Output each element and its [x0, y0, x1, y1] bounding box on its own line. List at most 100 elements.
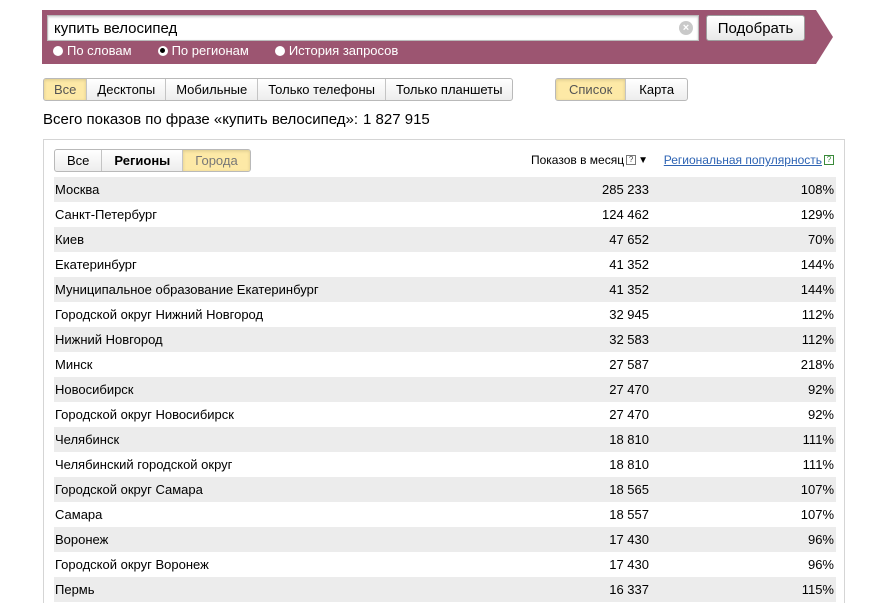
column-popularity-link[interactable]: Региональная популярность [664, 153, 822, 167]
column-header-popularity: Региональная популярность ? [664, 153, 834, 167]
mode-label: По регионам [171, 43, 249, 58]
popularity-cell: 129% [800, 207, 834, 222]
popularity-cell: 107% [800, 507, 834, 522]
table-row: Новосибирск 27 470 92% [54, 377, 836, 402]
region-cell: Екатеринбург [55, 257, 137, 272]
help-icon[interactable]: ? [626, 155, 637, 165]
total-impressions: Всего показов по фразе «купить велосипед… [43, 111, 435, 128]
region-cell: Городской округ Новосибирск [55, 407, 234, 422]
table-row: Москва 285 233 108% [54, 177, 836, 202]
count-cell: 27 470 [609, 407, 649, 422]
region-cell: Пермь [55, 582, 95, 597]
radio-icon[interactable] [274, 45, 285, 56]
popularity-cell: 96% [807, 532, 834, 547]
count-cell: 16 337 [609, 582, 649, 597]
popularity-cell: 107% [800, 482, 834, 497]
count-cell: 41 352 [609, 257, 649, 272]
region-cell: Муниципальное образование Екатеринбург [55, 282, 319, 297]
region-cell: Воронеж [55, 532, 109, 547]
table-row: Нижний Новгород 32 583 112% [54, 327, 836, 352]
popularity-cell: 111% [802, 432, 834, 447]
count-cell: 27 587 [609, 357, 649, 372]
radio-checked-icon[interactable] [157, 45, 168, 56]
table-row: Санкт-Петербург 124 462 129% [54, 202, 836, 227]
results-table: Москва 285 233 108% Санкт-Петербург 124 462 1… [54, 177, 836, 602]
region-cell: Нижний Новгород [55, 332, 163, 347]
help-icon[interactable]: ? [824, 155, 834, 165]
total-label: Всего показов по фразе «купить велосипед… [43, 111, 359, 128]
region-cell: Самара [55, 507, 103, 522]
table-row: Екатеринбург 41 352 144% [54, 252, 836, 277]
count-cell: 17 430 [609, 532, 649, 547]
view-list[interactable]: Список [556, 79, 626, 100]
count-cell: 32 583 [609, 332, 649, 347]
device-tablets[interactable]: Только планшеты [385, 79, 512, 100]
count-cell: 285 233 [602, 182, 649, 197]
table-row: Городской округ Новосибирск 27 470 92% [54, 402, 836, 427]
count-cell: 124 462 [602, 207, 649, 222]
column-count-label[interactable]: Показов в месяц [531, 153, 624, 167]
table-row: Муниципальное образование Екатеринбург 41… [54, 277, 836, 302]
device-phones[interactable]: Только телефоны [257, 79, 385, 100]
region-type-tabs: Все Регионы Города [54, 149, 251, 172]
count-cell: 17 430 [609, 557, 649, 572]
radio-icon[interactable] [53, 45, 63, 56]
count-cell: 18 565 [609, 482, 649, 497]
table-row: Киев 47 652 70% [54, 227, 836, 252]
table-row: Самара 18 557 107% [54, 502, 836, 527]
search-input[interactable] [47, 15, 699, 41]
count-cell: 27 470 [609, 382, 649, 397]
table-row: Минск 27 587 218% [54, 352, 836, 377]
region-cell: Киев [55, 232, 84, 247]
tab-regions[interactable]: Регионы [101, 150, 182, 171]
table-row: Городской округ Нижний Новгород 32 945 112… [54, 302, 836, 327]
device-filter: Все Десктопы Мобильные Только телефоны Т… [43, 78, 514, 101]
search-mode-group: По словам По регионам История запросов [53, 43, 424, 58]
view-map[interactable]: Карта [625, 79, 687, 100]
table-row: Воронеж 17 430 96% [54, 527, 836, 552]
tab-cities[interactable]: Города [182, 150, 250, 171]
clear-icon[interactable]: × [679, 21, 693, 35]
popularity-cell: 92% [807, 382, 834, 397]
mode-history[interactable]: История запросов [274, 43, 398, 58]
region-cell: Новосибирск [55, 382, 134, 397]
submit-button[interactable]: Подобрать [706, 15, 805, 41]
count-cell: 18 810 [609, 457, 649, 472]
tab-all[interactable]: Все [55, 150, 101, 171]
table-row: Челябинск 18 810 111% [54, 427, 836, 452]
mode-label: По словам [67, 43, 132, 58]
count-cell: 18 557 [609, 507, 649, 522]
region-cell: Челябинский городской округ [55, 457, 233, 472]
region-cell: Челябинск [55, 432, 120, 447]
popularity-cell: 112% [801, 307, 834, 322]
results-panel: Все Регионы Города Показов в месяц ? ▼ Р… [43, 139, 845, 603]
region-cell: Минск [55, 357, 93, 372]
table-row: Городской округ Самара 18 565 107% [54, 477, 836, 502]
popularity-cell: 115% [801, 582, 834, 597]
popularity-cell: 144% [800, 257, 834, 272]
search-header-arrow [816, 10, 833, 64]
region-cell: Санкт-Петербург [55, 207, 157, 222]
table-row: Городской округ Воронеж 17 430 96% [54, 552, 836, 577]
popularity-cell: 108% [800, 182, 834, 197]
popularity-cell: 70% [807, 232, 834, 247]
popularity-cell: 218% [800, 357, 834, 372]
popularity-cell: 112% [801, 332, 834, 347]
sort-desc-icon[interactable]: ▼ [638, 155, 648, 166]
device-mobile[interactable]: Мобильные [165, 79, 257, 100]
column-header-count: Показов в месяц ? ▼ [531, 153, 648, 167]
device-all[interactable]: Все [44, 79, 87, 100]
table-row: Пермь 16 337 115% [54, 577, 836, 602]
count-cell: 18 810 [609, 432, 649, 447]
count-cell: 41 352 [609, 282, 649, 297]
table-row: Челябинский городской округ 18 810 111% [54, 452, 836, 477]
region-cell: Городской округ Нижний Новгород [55, 307, 264, 322]
device-desktops[interactable]: Десктопы [86, 79, 165, 100]
popularity-cell: 144% [800, 282, 834, 297]
view-filter: Список Карта [555, 78, 689, 101]
mode-by-words[interactable]: По словам [53, 43, 132, 58]
region-cell: Городской округ Самара [55, 482, 203, 497]
mode-by-regions[interactable]: По регионам [157, 43, 249, 58]
region-cell: Городской округ Воронеж [55, 557, 209, 572]
total-value: 1 827 915 [363, 111, 430, 128]
